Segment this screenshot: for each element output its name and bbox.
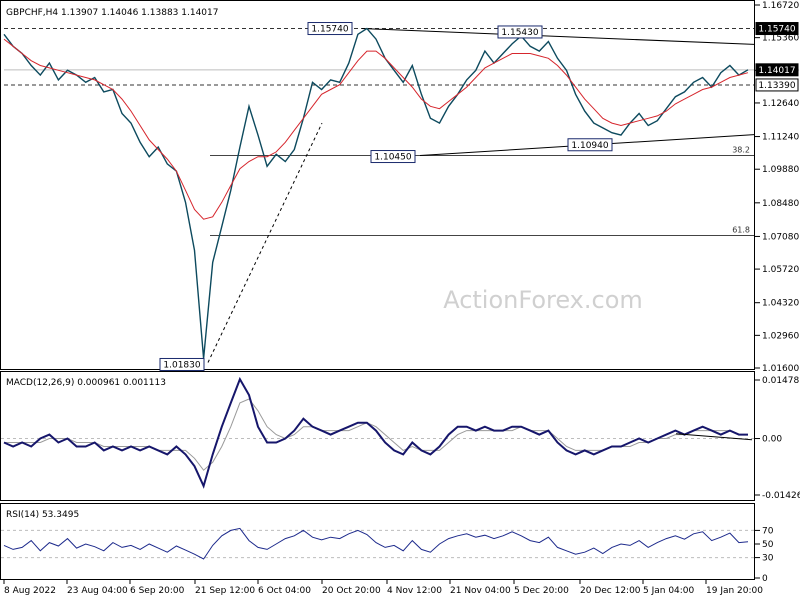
price-point-label: 1.15740: [311, 25, 348, 35]
price-tag-label: 1.15740: [758, 25, 795, 35]
macd-tick-label: -0.014263: [762, 491, 800, 501]
price-tick-label: 1.11240: [762, 133, 799, 143]
price-tick-label: 1.16720: [762, 1, 799, 11]
forex-chart-window: ActionForex.com 38.2 61.8 1.15740 1.15430 1…: [0, 0, 800, 600]
price-point-label: 1.10450: [374, 153, 411, 163]
time-tick-label: 8 Aug 2022: [4, 586, 56, 596]
macd-y-axis: 0.014787 0.00 -0.014263: [755, 376, 800, 501]
time-tick-label: 6 Sep 20:00: [130, 586, 185, 596]
rsi-tick-label: 30: [762, 554, 774, 564]
price-y-axis: 1.167201.153601.140001.126401.112401.098…: [755, 1, 799, 374]
time-tick-label: 20 Oct 20:00: [322, 586, 381, 596]
macd-tick-label: 0.014787: [762, 376, 800, 386]
time-tick-label: 6 Oct 04:00: [258, 586, 311, 596]
macd-panel-frame: [0, 371, 755, 501]
price-point-label: 1.01830: [163, 360, 200, 370]
price-tag-label: 1.13390: [758, 81, 795, 91]
rsi-panel-title: RSI(14) 53.3495: [6, 510, 79, 520]
price-tick-label: 1.04320: [762, 299, 799, 309]
fib-38-label: 38.2: [732, 146, 750, 155]
time-tick-label: 5 Jan 04:00: [643, 586, 695, 596]
time-tick-label: 4 Nov 12:00: [387, 586, 442, 596]
price-tick-label: 1.15360: [762, 34, 799, 44]
rsi-tick-label: 50: [762, 540, 774, 550]
forex-chart: ActionForex.com 38.2 61.8 1.15740 1.15430 1…: [0, 0, 800, 596]
price-tick-label: 1.08480: [762, 199, 799, 209]
time-tick-label: 21 Sep 12:00: [195, 586, 255, 596]
time-tick-label: 20 Dec 12:00: [580, 586, 641, 596]
time-tick-label: 21 Nov 04:00: [450, 586, 511, 596]
rsi-panel-frame: [0, 503, 755, 580]
price-tick-label: 1.05720: [762, 265, 799, 275]
price-point-label: 1.10940: [571, 141, 608, 151]
rsi-tick-label: 70: [762, 526, 774, 536]
price-tick-label: 1.12640: [762, 99, 799, 109]
time-tick-label: 23 Aug 04:00: [67, 586, 128, 596]
price-tags: 1.15740 1.14017 1.13390: [755, 22, 799, 92]
time-tick-label: 5 Dec 20:00: [514, 586, 569, 596]
watermark: ActionForex.com: [443, 286, 643, 314]
price-panel-frame: [0, 0, 755, 370]
price-tick-label: 1.09880: [762, 165, 799, 175]
rsi-y-axis: 70 50 30 0: [755, 526, 774, 584]
rsi-tick-label: 0: [762, 574, 768, 584]
price-tag-label: 1.14017: [758, 66, 795, 76]
time-axis: 8 Aug 2022 23 Aug 04:00 6 Sep 20:00 21 Sep …: [3, 580, 763, 596]
macd-panel-title: MACD(12,26,9) 0.000961 0.001113: [6, 378, 166, 388]
time-tick-label: 19 Jan 20:00: [706, 586, 763, 596]
macd-tick-label: 0.00: [762, 435, 782, 445]
fib-61-label: 61.8: [732, 225, 750, 234]
price-tick-label: 1.01600: [762, 364, 799, 374]
price-tick-label: 1.02960: [762, 331, 799, 341]
price-panel-title: GBPCHF,H4 1.13907 1.14046 1.13883 1.1401…: [6, 8, 218, 18]
price-tick-label: 1.07080: [762, 232, 799, 242]
price-point-label: 1.15430: [501, 28, 538, 38]
